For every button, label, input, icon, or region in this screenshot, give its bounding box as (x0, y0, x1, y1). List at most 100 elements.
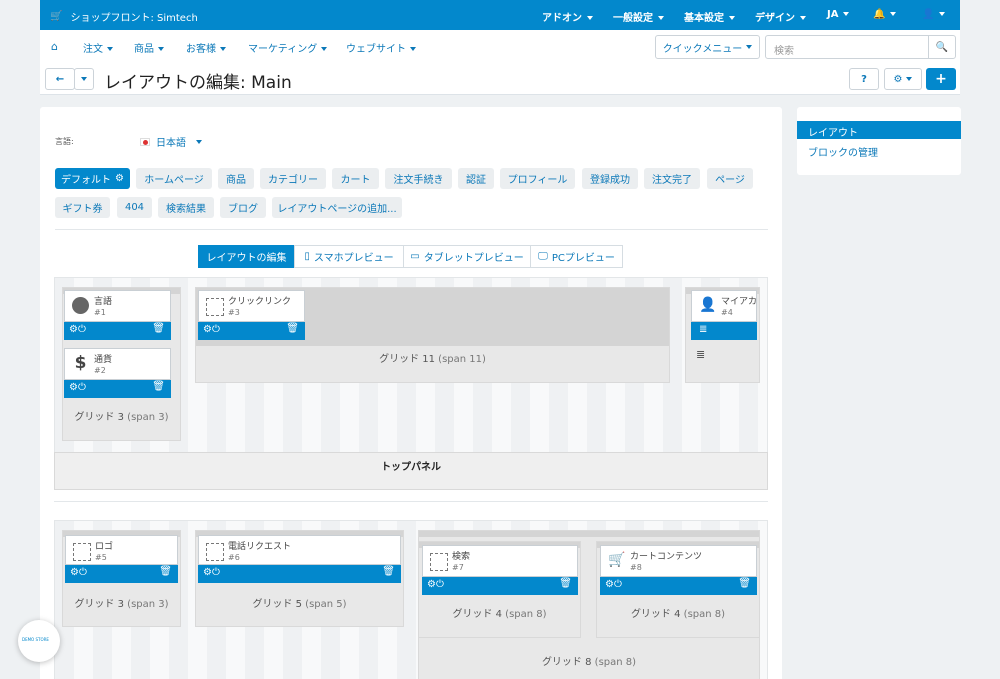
tab-gift-certificates[interactable]: ギフト券 (55, 197, 110, 218)
nav-customers[interactable]: お客様 (186, 40, 226, 55)
trash-icon: 🗑 (738, 578, 751, 589)
menu-settings[interactable]: 一般設定 (613, 9, 664, 24)
nav-marketing[interactable]: マーケティング (248, 40, 328, 55)
tab-homepage[interactable]: ホームページ (136, 168, 212, 189)
tab-cart[interactable]: カート (332, 168, 379, 189)
nav-website[interactable]: ウェブサイト (346, 40, 416, 55)
menu-design[interactable]: デザイン (755, 9, 806, 24)
list-icon: ≣ (696, 348, 706, 361)
block-placeholder-icon (206, 543, 224, 561)
block-placeholder-icon (206, 298, 224, 316)
grid-label: グリッド 3 (span 3) (74, 412, 169, 423)
block-toolbar[interactable]: ⚙⏻ 🗑 (65, 565, 178, 583)
sidebar-item-layouts[interactable]: レイアウト (797, 121, 961, 139)
gear-icon: ⚙⏻ (203, 324, 220, 335)
trash-icon: 🗑 (152, 381, 165, 392)
gear-icon: ⚙ (115, 173, 124, 184)
tab-checkout[interactable]: 注文手続き (385, 168, 452, 189)
block-my-account[interactable]: 👤 マイアカ #4 (691, 290, 757, 322)
sidebar-item-manage-blocks[interactable]: ブロックの管理 (808, 144, 878, 159)
divider (54, 501, 768, 502)
tab-auth[interactable]: 認証 (458, 168, 494, 189)
tab-edit-layout[interactable]: レイアウトの編集 (198, 245, 295, 268)
grid-label: グリッド 11 (span 11) (379, 354, 486, 365)
block-toolbar[interactable]: ⚙⏻ 🗑 (422, 577, 578, 595)
divider (55, 229, 768, 230)
monitor-icon: 🖵 (538, 251, 548, 262)
gear-icon[interactable]: ⚙ (884, 68, 922, 90)
tablet-icon: ▭ (410, 251, 420, 262)
tab-blog[interactable]: ブログ (220, 197, 266, 218)
block-toolbar[interactable]: ⚙⏻ 🗑 (198, 565, 401, 583)
user-icon[interactable]: 👤 (922, 9, 946, 20)
quick-menu-button[interactable]: クイックメニュー (655, 35, 760, 59)
tab-products[interactable]: 商品 (218, 168, 254, 189)
back-arrow-icon[interactable]: ← (45, 68, 75, 90)
search-icon[interactable]: 🔍 (928, 35, 956, 59)
demo-store-logo: DEMO STORE (22, 637, 49, 642)
trash-icon: 🗑 (152, 323, 165, 334)
trash-icon: 🗑 (382, 566, 395, 577)
tab-pages[interactable]: ページ (707, 168, 753, 189)
home-icon[interactable]: ⌂ (51, 40, 58, 53)
tab-profile[interactable]: プロフィール (500, 168, 575, 189)
sub-navigation: ⌂ 注文 商品 お客様 マーケティング ウェブサイト クイックメニュー 検索 🔍… (40, 30, 960, 95)
tab-search-results[interactable]: 検索結果 (158, 197, 214, 218)
menu-administration[interactable]: 基本設定 (684, 9, 735, 24)
gear-icon: ⚙⏻ (605, 579, 622, 590)
storefront-switcher[interactable]: 🛒 ショップフロント: Simtech (50, 9, 198, 24)
tab-add-layout-page[interactable]: レイアウトページの追加... (272, 197, 402, 218)
gear-icon: ⚙⏻ (69, 324, 86, 335)
gear-icon: ⚙⏻ (70, 567, 87, 578)
top-panel-title: トップパネル (54, 452, 768, 490)
tab-registration-success[interactable]: 登録成功 (582, 168, 638, 189)
back-dropdown-button[interactable] (74, 68, 94, 90)
trash-icon: 🗑 (159, 566, 172, 577)
user-icon: 👤 (699, 297, 717, 313)
tab-phone-preview[interactable]: ▯ スマホプレビュー (294, 245, 404, 268)
block-languages[interactable]: 言語 #1 (64, 290, 171, 322)
language-select[interactable]: 日本語 (140, 134, 202, 149)
block-toolbar[interactable]: ⚙⏻ 🗑 (600, 577, 757, 595)
gear-icon: ⚙⏻ (69, 382, 86, 393)
cart-icon: 🛒 (50, 11, 63, 22)
bell-icon[interactable]: 🔔 (873, 9, 897, 20)
language-menu[interactable]: JA (827, 9, 850, 20)
add-button[interactable]: + (926, 68, 956, 90)
dollar-icon: $ (74, 353, 87, 373)
tab-default[interactable]: デフォルト ⚙ (55, 168, 130, 189)
block-toolbar[interactable]: ⚙⏻ 🗑 (64, 380, 171, 398)
block-toolbar[interactable]: ⚙⏻ 🗑 (64, 322, 171, 340)
search-input[interactable]: 検索 (765, 35, 929, 59)
trash-icon: 🗑 (559, 578, 572, 589)
help-icon[interactable]: ? (849, 68, 879, 90)
page-title: レイアウトの編集: Main (104, 73, 292, 93)
storefront-name: ショップフロント: Simtech (70, 13, 198, 24)
block-toolbar[interactable]: ≣ (691, 322, 757, 340)
tab-pc-preview[interactable]: 🖵 PCプレビュー (530, 245, 623, 268)
globe-icon (72, 297, 89, 314)
block-toolbar[interactable]: ⚙⏻ 🗑 (198, 322, 305, 340)
block-call-request[interactable]: 電話リクエスト #6 (198, 535, 401, 565)
gear-icon: ⚙⏻ (427, 579, 444, 590)
tab-tablet-preview[interactable]: ▭ タブレットプレビュー (403, 245, 531, 268)
block-currencies[interactable]: $ 通貨 #2 (64, 348, 171, 380)
block-cart-content[interactable]: 🛒 カートコンテンツ #8 (600, 545, 757, 577)
tab-categories[interactable]: カテゴリー (260, 168, 326, 189)
top-bar: 🛒 ショップフロント: Simtech アドオン 一般設定 基本設定 デザイン … (40, 0, 960, 30)
demo-store-badge[interactable]: DEMO STORE (18, 620, 60, 662)
block-placeholder-icon (73, 543, 91, 561)
list-icon: ≣ (699, 324, 708, 335)
nav-orders[interactable]: 注文 (83, 40, 113, 55)
japan-flag-icon (140, 137, 150, 146)
block-placeholder-icon (430, 553, 448, 571)
cart-icon: 🛒 (608, 552, 626, 568)
menu-addons[interactable]: アドオン (542, 9, 593, 24)
nav-products[interactable]: 商品 (134, 40, 164, 55)
block-quick-links[interactable]: クリックリンク #3 (198, 290, 305, 322)
tab-order-complete[interactable]: 注文完了 (644, 168, 700, 189)
block-logo[interactable]: ロゴ #5 (65, 535, 178, 565)
gear-icon: ⚙⏻ (203, 567, 220, 578)
block-search[interactable]: 検索 #7 (422, 545, 578, 577)
tab-404[interactable]: 404 (117, 197, 152, 218)
